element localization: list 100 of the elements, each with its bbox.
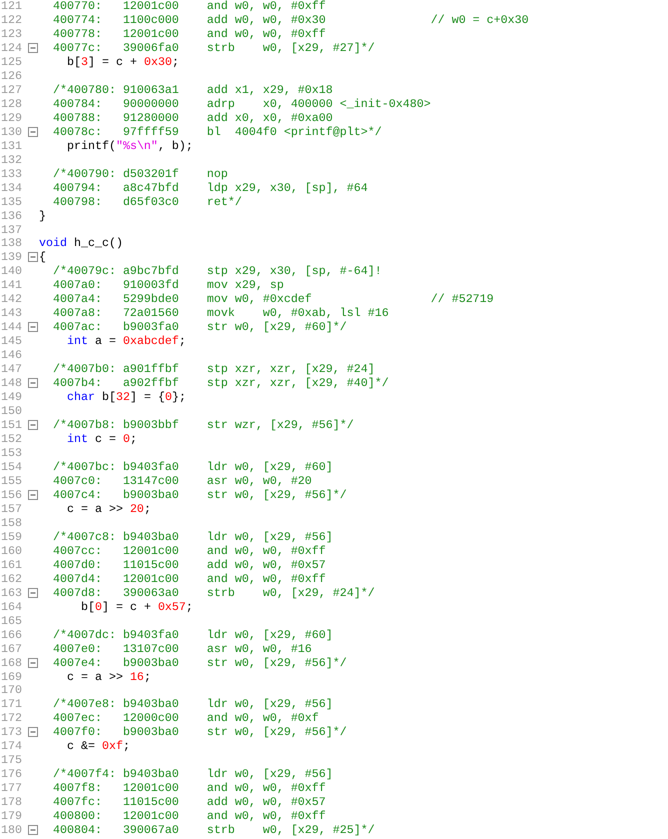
collapse-icon[interactable] <box>28 658 38 668</box>
line-number: 161 <box>0 558 22 572</box>
code-line: 4007d8: 390063a0 strb w0, [x29, #24]*/ <box>52 586 375 600</box>
collapse-icon[interactable] <box>28 378 38 388</box>
code-line: 40077c: 39006fa0 strb w0, [x29, #27]*/ <box>52 40 375 55</box>
line-number: 155 <box>0 474 22 488</box>
line-number: 130 <box>0 124 22 139</box>
line-number: 156 <box>0 488 22 502</box>
line-number: 162 <box>0 572 22 586</box>
line-number: 166 <box>0 628 22 642</box>
line-number: 121 <box>0 0 22 13</box>
code-line: 4007a0: 910003fd mov x29, sp <box>52 278 284 292</box>
line-number: 177 <box>0 781 22 796</box>
line-number: 146 <box>0 348 22 362</box>
code-line: 4007fc: 11015c00 add w0, w0, #0x57 <box>52 795 326 810</box>
code-line: int c = 0; <box>66 432 137 446</box>
code-line: /*40079c: a9bc7bfd stp x29, x30, [sp, #-64]! <box>52 264 382 278</box>
line-number: 134 <box>0 180 22 195</box>
line-number: 158 <box>0 516 22 530</box>
code-line: c &= 0xf; <box>66 739 130 754</box>
code-line: 400798: d65f03c0 ret*/ <box>52 194 242 209</box>
line-number: 145 <box>0 334 22 348</box>
line-number: 170 <box>0 683 22 698</box>
code-line: void h_c_c() <box>39 236 123 250</box>
line-number: 164 <box>0 600 22 614</box>
line-number: 151 <box>0 418 22 432</box>
code-line: 4007d4: 12001c00 and w0, w0, #0xff <box>52 572 326 586</box>
code-line: int a = 0xabcdef; <box>66 334 186 348</box>
code-line: 4007ec: 12000c00 and w0, w0, #0xf <box>52 711 319 726</box>
line-number: 171 <box>0 697 22 712</box>
line-number: 137 <box>0 222 22 236</box>
collapse-icon[interactable] <box>28 42 38 53</box>
code-line: 4007ac: b9003fa0 str w0, [x29, #60]*/ <box>52 320 347 334</box>
line-number: 160 <box>0 544 22 558</box>
collapse-icon[interactable] <box>28 825 38 836</box>
line-number: 157 <box>0 502 22 516</box>
line-number: 178 <box>0 795 22 810</box>
line-number: 154 <box>0 460 22 474</box>
line-number: 133 <box>0 166 22 181</box>
code-line: } <box>39 208 46 223</box>
line-number: 163 <box>0 586 22 600</box>
code-line: /*400780: 910063a1 add x1, x29, #0x18 <box>52 82 333 97</box>
collapse-icon[interactable] <box>28 126 38 137</box>
collapse-icon[interactable] <box>28 252 38 262</box>
line-number: 152 <box>0 432 22 446</box>
line-number: 148 <box>0 376 22 390</box>
line-number: 127 <box>0 82 22 97</box>
line-number: 141 <box>0 278 22 292</box>
line-number: 123 <box>0 26 22 41</box>
code-line: 400784: 90000000 adrp x0, 400000 <_init-0x480> <box>52 96 431 111</box>
code-line: 4007d0: 11015c00 add w0, w0, #0x57 <box>52 558 326 572</box>
collapse-icon[interactable] <box>28 588 38 598</box>
line-number: 179 <box>0 809 22 824</box>
line-number: 167 <box>0 642 22 656</box>
code-line: 4007a4: 5299bde0 mov w0, #0xcdef // #52719 <box>52 292 494 306</box>
code-line: b[3] = c + 0x30; <box>66 54 179 69</box>
line-number: 131 <box>0 138 22 153</box>
code-line: c = a >> 20; <box>66 502 151 516</box>
line-number: 139 <box>0 250 22 264</box>
code-line: 4007c0: 13147c00 asr w0, w0, #20 <box>52 474 312 488</box>
collapse-icon[interactable] <box>28 322 38 332</box>
line-number: 150 <box>0 404 22 418</box>
collapse-icon[interactable] <box>28 420 38 430</box>
code-line: /*4007f4: b9403ba0 ldr w0, [x29, #56] <box>52 767 333 782</box>
code-line: 4007e0: 13107c00 asr w0, w0, #16 <box>52 642 312 656</box>
line-number: 173 <box>0 725 22 740</box>
collapse-icon[interactable] <box>28 727 38 738</box>
code-line: b[0] = c + 0x57; <box>80 600 193 614</box>
code-line: 40078c: 97ffff59 bl 4004f0 <printf@plt>*/ <box>52 124 382 139</box>
code-line: { <box>39 250 46 264</box>
collapse-icon[interactable] <box>28 490 38 500</box>
line-number: 136 <box>0 208 22 223</box>
code-line: /*400790: d503201f nop <box>52 166 228 181</box>
code-line: 4007b4: a902ffbf stp xzr, xzr, [x29, #40]*/ <box>52 376 389 390</box>
code-line: 4007f0: b9003ba0 str w0, [x29, #56]*/ <box>52 725 347 740</box>
code-line: /*4007dc: b9403fa0 ldr w0, [x29, #60] <box>52 628 333 642</box>
line-number: 175 <box>0 753 22 768</box>
code-line: 4007c4: b9003ba0 str w0, [x29, #56]*/ <box>52 488 347 502</box>
code-line: char b[32] = {0}; <box>66 390 186 404</box>
line-number: 159 <box>0 530 22 544</box>
code-line: 4007a8: 72a01560 movk w0, #0xab, lsl #16 <box>52 306 389 320</box>
line-number: 153 <box>0 446 22 460</box>
code-line: /*4007bc: b9403fa0 ldr w0, [x29, #60] <box>52 460 333 474</box>
line-number: 122 <box>0 12 22 27</box>
code-line: 400770: 12001c00 and w0, w0, #0xff <box>52 0 326 13</box>
code-line: /*4007e8: b9403ba0 ldr w0, [x29, #56] <box>52 697 333 712</box>
code-line: /*4007b0: a901ffbf stp xzr, xzr, [x29, #24] <box>52 362 375 376</box>
code-line: c = a >> 16; <box>66 670 151 684</box>
code-line: 4007f8: 12001c00 and w0, w0, #0xff <box>52 781 326 796</box>
code-line: printf("%s\n", b); <box>66 138 193 153</box>
line-number: 147 <box>0 362 22 376</box>
line-number: 142 <box>0 292 22 306</box>
code-line: 4007e4: b9003ba0 str w0, [x29, #56]*/ <box>52 656 347 670</box>
line-number: 125 <box>0 54 22 69</box>
line-number: 143 <box>0 306 22 320</box>
line-number: 124 <box>0 40 22 55</box>
code-line: 400778: 12001c00 and w0, w0, #0xff <box>52 26 326 41</box>
line-number: 180 <box>0 823 22 838</box>
code-line: /*4007b8: b9003bbf str wzr, [x29, #56]*/ <box>52 418 354 432</box>
line-number: 144 <box>0 320 22 334</box>
